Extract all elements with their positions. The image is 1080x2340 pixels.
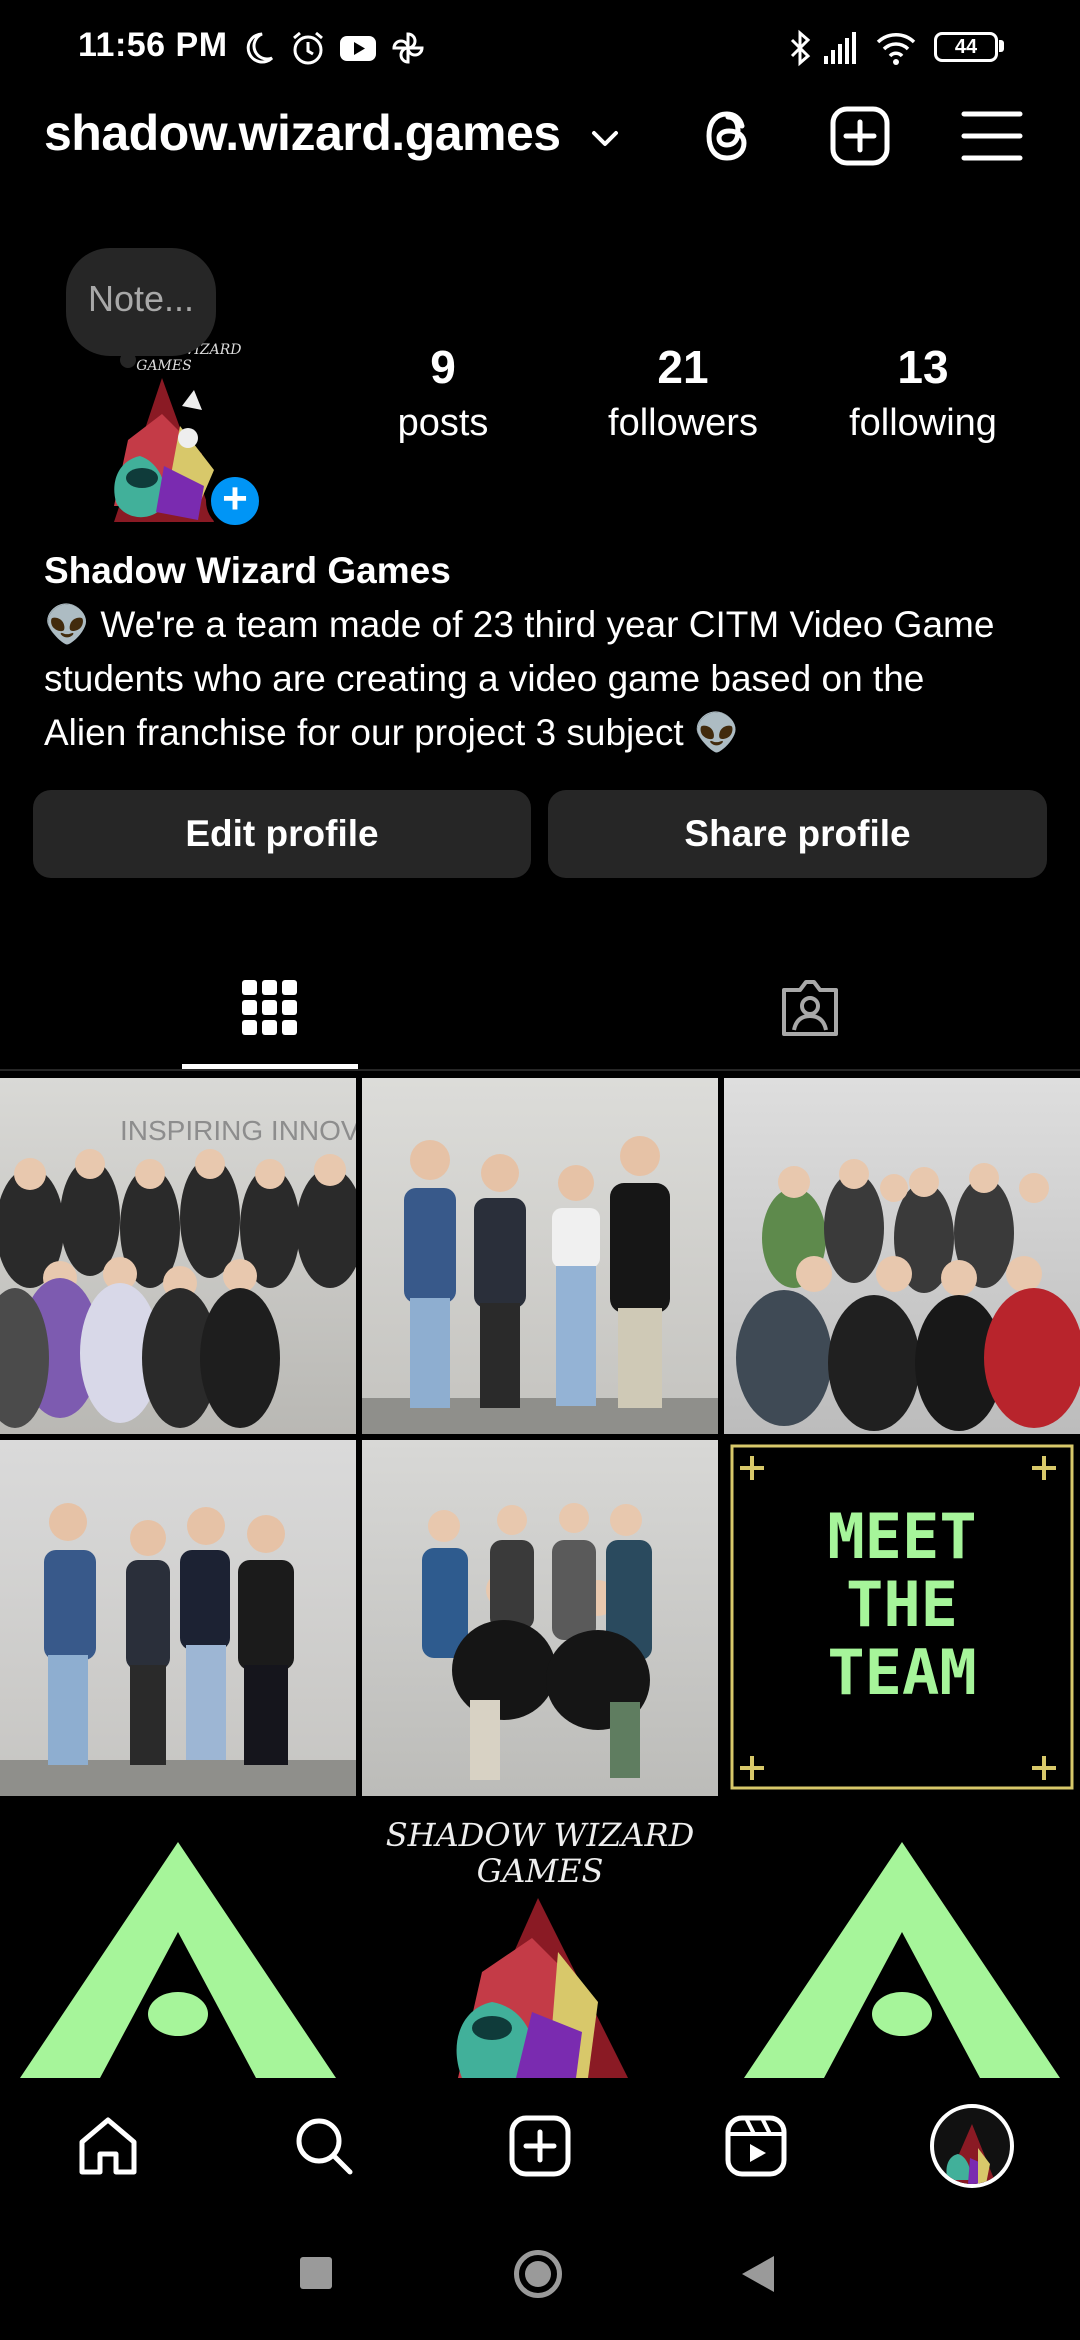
chevron-down-icon[interactable]	[586, 120, 624, 158]
home-circle-icon[interactable]	[514, 2250, 562, 2298]
reels-icon[interactable]	[724, 2114, 788, 2178]
moon-icon	[246, 32, 274, 64]
meet-line3: TEAM	[827, 1636, 976, 1709]
home-icon[interactable]	[76, 2114, 140, 2178]
group-photo-image	[0, 1503, 356, 1796]
profile-avatar-mini	[946, 2124, 996, 2184]
grid-icon	[242, 980, 297, 1035]
youtube-icon	[340, 36, 376, 61]
group-photo-image	[362, 1136, 718, 1434]
group-photo-image: INSPIRING INNOVAT	[0, 1115, 356, 1428]
username-switcher[interactable]: shadow.wizard.games	[44, 104, 561, 162]
shadow-wizard-logo: SHADOW WIZARD GAMES	[386, 1816, 695, 2078]
grid-post-3[interactable]	[724, 1078, 1080, 1434]
logo-line2: GAMES	[477, 1852, 604, 1890]
battery-tip	[999, 40, 1004, 52]
stat-label: posts	[397, 402, 489, 444]
stat-label: followers	[608, 402, 758, 444]
logo-line1: SHADOW WIZARD	[386, 1816, 695, 1854]
grid-post-4[interactable]	[0, 1440, 356, 1796]
grid-post-7[interactable]	[0, 1802, 356, 2078]
stat-posts[interactable]: 9 posts	[343, 340, 543, 445]
add-story-icon[interactable]: +	[206, 472, 264, 530]
search-icon[interactable]	[292, 2114, 356, 2178]
stat-value: 13	[897, 341, 949, 393]
group-photo-image	[736, 1159, 1080, 1431]
menu-icon[interactable]	[960, 104, 1024, 168]
grid-post-1[interactable]: INSPIRING INNOVAT	[0, 1078, 356, 1434]
group-photo-image	[422, 1503, 652, 1780]
threads-icon[interactable]	[696, 104, 760, 168]
edit-profile-button[interactable]: Edit profile	[33, 790, 531, 878]
grid-post-2[interactable]	[362, 1078, 718, 1434]
meet-the-team-graphic: MEET THE TEAM	[730, 1444, 1074, 1790]
stat-following[interactable]: 13 following	[823, 340, 1023, 445]
profile-name: Shadow Wizard Games	[44, 550, 451, 591]
tab-grid[interactable]	[0, 970, 540, 1070]
status-bar: 11:56 PM 44	[0, 0, 1080, 90]
meet-line2: THE	[846, 1568, 958, 1641]
tagged-icon	[782, 980, 838, 1036]
stat-followers[interactable]: 21 followers	[583, 340, 783, 445]
tab-divider	[0, 1069, 1080, 1071]
grid-post-9[interactable]	[724, 1802, 1080, 2078]
bio-line: 👽 We're a team made of 23 third year CIT…	[44, 604, 995, 645]
profile-bio: 👽 We're a team made of 23 third year CIT…	[44, 598, 1054, 760]
create-icon[interactable]	[508, 2114, 572, 2178]
stat-value: 21	[657, 341, 709, 393]
alien-triangle-logo	[20, 1842, 336, 2078]
grid-post-8[interactable]: SHADOW WIZARD GAMES	[362, 1802, 718, 2078]
backdrop-text: INSPIRING INNOVAT	[120, 1115, 356, 1146]
note-bubble[interactable]: Note...	[66, 248, 216, 356]
back-icon[interactable]	[740, 2254, 776, 2294]
stat-value: 9	[430, 341, 456, 393]
bio-line: students who are creating a video game b…	[44, 658, 925, 699]
bluetooth-icon	[790, 29, 811, 67]
status-time: 11:56 PM	[78, 26, 228, 64]
stat-label: following	[849, 402, 997, 444]
alarm-icon	[293, 31, 323, 65]
tab-tagged[interactable]	[540, 970, 1080, 1070]
avatar-logo-line2: GAMES	[136, 358, 191, 374]
bio-line: Alien franchise for our project 3 subjec…	[44, 712, 740, 753]
alien-triangle-logo	[744, 1842, 1060, 2078]
grid-post-5[interactable]	[362, 1440, 718, 1796]
share-profile-button[interactable]: Share profile	[548, 790, 1047, 878]
profile-avatar-icon[interactable]	[930, 2104, 1014, 2188]
new-post-icon[interactable]	[828, 104, 892, 168]
battery-icon: 44	[934, 32, 998, 62]
meet-line1: MEET	[827, 1500, 976, 1573]
wifi-icon	[876, 33, 916, 65]
pinwheel-icon	[392, 32, 424, 64]
grid-post-meet-the-team[interactable]: MEET THE TEAM	[724, 1440, 1080, 1796]
signal-icon	[824, 32, 856, 64]
recents-icon[interactable]	[300, 2257, 332, 2289]
home-circle-inner	[525, 2261, 551, 2287]
